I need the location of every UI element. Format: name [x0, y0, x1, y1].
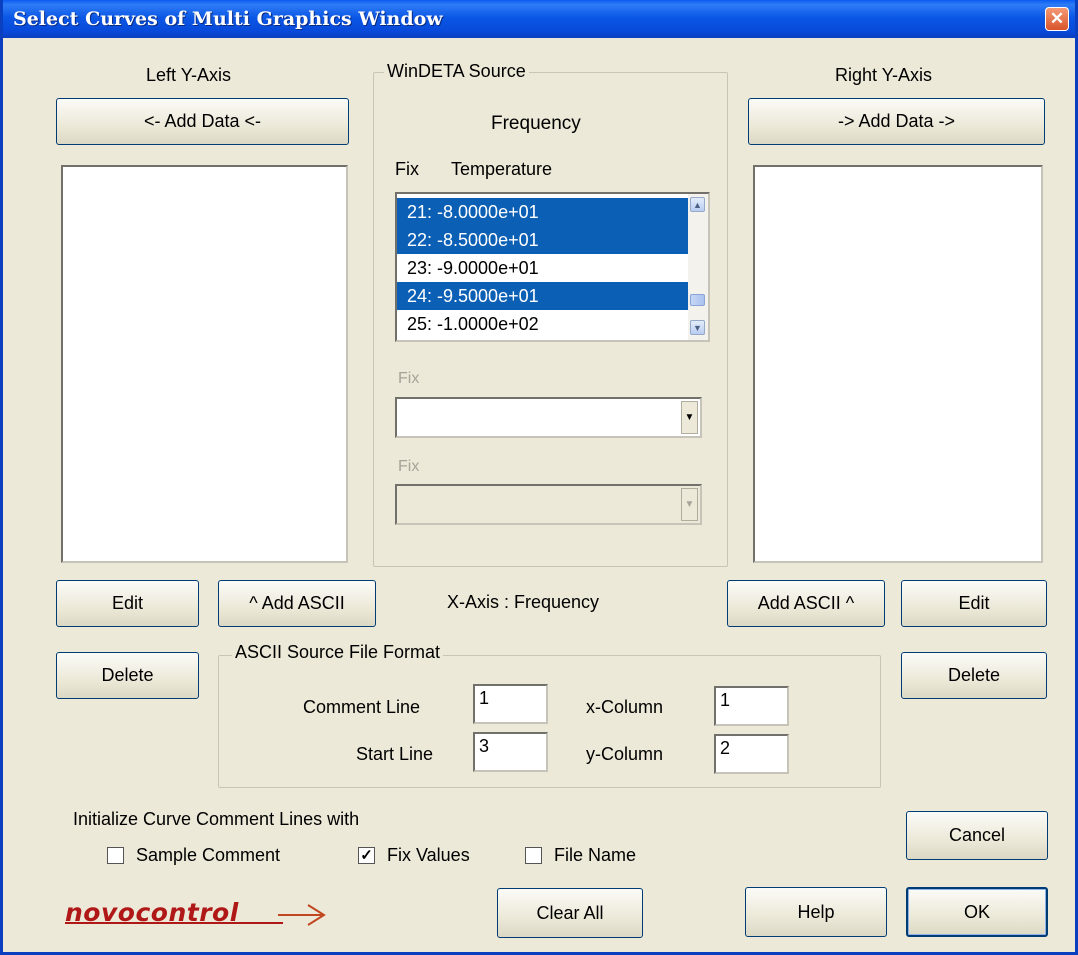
right-y-axis-label: Right Y-Axis: [835, 65, 933, 85]
ascii-format-legend: ASCII Source File Format: [232, 642, 444, 663]
file-name-checkbox[interactable]: [525, 847, 542, 864]
fix3-label: Fix: [398, 458, 420, 475]
scroll-up-icon[interactable]: ▲: [690, 197, 705, 212]
y-column-input[interactable]: 2: [714, 734, 789, 774]
list-item[interactable]: 22: -8.5000e+01: [397, 226, 689, 254]
scroll-thumb[interactable]: [690, 294, 705, 306]
temperature-list[interactable]: 21: -8.0000e+01 22: -8.5000e+01 23: -9.0…: [395, 192, 710, 342]
primary-parameter-label: Frequency: [491, 113, 581, 134]
left-y-axis-list[interactable]: [61, 165, 348, 563]
left-y-axis-label: Left Y-Axis: [146, 65, 232, 85]
chevron-down-icon[interactable]: ▼: [681, 488, 698, 521]
sample-comment-label[interactable]: Sample Comment: [136, 845, 280, 866]
list-item[interactable]: 23: -9.0000e+01: [397, 254, 689, 282]
ok-button[interactable]: OK: [906, 887, 1048, 937]
start-line-input[interactable]: 3: [473, 732, 548, 772]
right-add-ascii-button[interactable]: Add ASCII ^: [727, 580, 885, 627]
right-add-data-button[interactable]: -> Add Data ->: [748, 98, 1045, 145]
left-delete-button[interactable]: Delete: [56, 652, 199, 699]
scroll-down-icon[interactable]: ▼: [690, 320, 705, 335]
left-edit-button[interactable]: Edit: [56, 580, 199, 627]
file-name-label[interactable]: File Name: [554, 845, 636, 866]
fix-parameter-label: Temperature: [451, 159, 553, 179]
comment-line-input[interactable]: 1: [473, 684, 548, 724]
x-axis-label: X-Axis : Frequency: [447, 592, 600, 612]
check-icon: ✓: [360, 847, 373, 864]
chevron-down-icon[interactable]: ▼: [681, 401, 698, 434]
list-item[interactable]: 24: -9.5000e+01: [397, 282, 689, 310]
y-column-label: y-Column: [586, 744, 664, 764]
init-comment-label: Initialize Curve Comment Lines with: [73, 809, 360, 829]
logo-underline: [65, 922, 283, 924]
cancel-button[interactable]: Cancel: [906, 811, 1048, 860]
list-item[interactable]: 21: -8.0000e+01: [397, 198, 689, 226]
right-edit-button[interactable]: Edit: [901, 580, 1047, 627]
window-title: Select Curves of Multi Graphics Window: [13, 8, 443, 30]
fix2-combo[interactable]: ▼: [395, 397, 702, 438]
sample-comment-checkbox[interactable]: [107, 847, 124, 864]
windeta-source-legend: WinDETA Source: [384, 61, 529, 82]
clear-all-button[interactable]: Clear All: [497, 888, 643, 938]
list-scrollbar[interactable]: ▲ ▼: [688, 194, 708, 340]
left-add-ascii-button[interactable]: ^ Add ASCII: [218, 580, 376, 627]
fix2-label: Fix: [398, 370, 420, 387]
comment-line-label: Comment Line: [303, 697, 421, 717]
help-button[interactable]: Help: [745, 887, 887, 937]
start-line-label: Start Line: [356, 744, 434, 764]
logo-arrow-icon: [278, 904, 326, 926]
x-column-input[interactable]: 1: [714, 686, 789, 726]
fix3-combo[interactable]: ▼: [395, 484, 702, 525]
fix-label: Fix: [395, 159, 419, 179]
dialog-window: Select Curves of Multi Graphics Window ✕…: [0, 0, 1078, 955]
x-column-label: x-Column: [586, 697, 664, 717]
close-button[interactable]: ✕: [1045, 7, 1069, 31]
left-add-data-button[interactable]: <- Add Data <-: [56, 98, 349, 145]
fix-values-checkbox[interactable]: ✓: [358, 847, 375, 864]
right-delete-button[interactable]: Delete: [901, 652, 1047, 699]
title-bar[interactable]: Select Curves of Multi Graphics Window ✕: [3, 0, 1075, 38]
list-item[interactable]: 25: -1.0000e+02: [397, 310, 689, 338]
close-icon: ✕: [1049, 9, 1065, 28]
fix-values-label[interactable]: Fix Values: [387, 845, 470, 866]
right-y-axis-list[interactable]: [753, 165, 1043, 563]
